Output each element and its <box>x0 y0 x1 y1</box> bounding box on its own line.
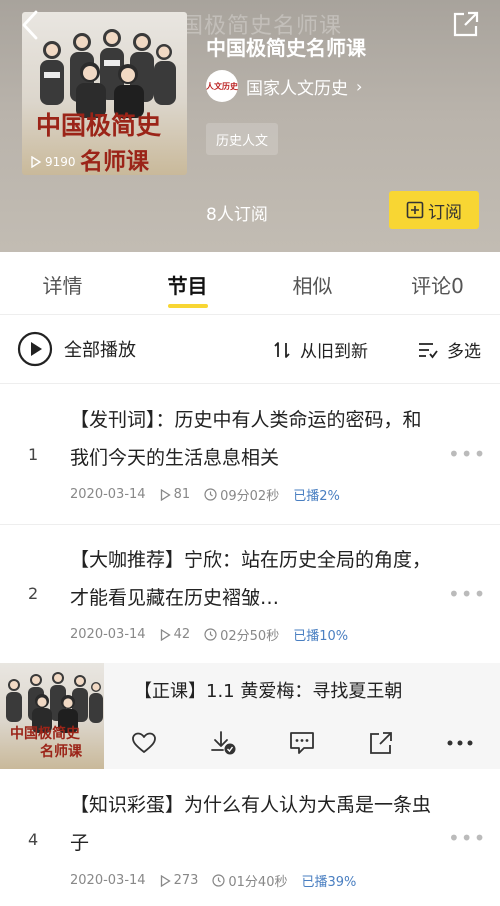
list-item[interactable]: 2 【大咖推荐】宁欣：站在历史全局的角度，才能看见藏在历史褶皱… ••• 202… <box>0 525 500 663</box>
play-all-label: 全部播放 <box>64 340 136 361</box>
sort-button[interactable]: 从旧到新 <box>272 337 368 362</box>
clock-icon <box>204 488 217 501</box>
more-icon[interactable]: ••• <box>448 826 486 850</box>
multi-select-button[interactable]: 多选 <box>417 337 481 362</box>
episode-title: 【大咖推荐】宁欣：站在历史全局的角度，才能看见藏在历史褶皱… <box>70 549 432 609</box>
episode-progress: 已播39% <box>301 875 357 890</box>
play-count-value: 9190 <box>45 155 76 169</box>
player-cover[interactable]: 中国极简史 名师课 <box>0 663 104 769</box>
tab-episodes[interactable]: 节目 <box>125 252 250 314</box>
sort-label: 从旧到新 <box>300 342 368 362</box>
tab-bar: 详情 节目 相似 评论0 <box>0 252 500 314</box>
category-tag[interactable]: 历史人文 <box>206 123 279 155</box>
play-circle-icon <box>17 331 53 367</box>
sort-icon <box>274 341 290 358</box>
author-name: 国家人文历史 <box>246 78 348 99</box>
download-button[interactable] <box>205 725 241 761</box>
episode-date: 2020-03-14 <box>70 487 146 502</box>
cover-title-line1: 中国极简史 <box>36 111 162 140</box>
subscribe-label: 订阅 <box>428 202 462 223</box>
comment-button[interactable] <box>284 725 320 761</box>
episode-duration: 02分50秒 <box>220 629 280 644</box>
clock-icon <box>204 628 217 641</box>
subscribe-button[interactable]: 订阅 <box>389 191 479 229</box>
author-link[interactable]: 人文历史 国家人文历史 › <box>206 70 362 102</box>
cover-people-illustration <box>40 29 176 118</box>
tab-details[interactable]: 详情 <box>0 252 125 314</box>
episode-title: 【知识彩蛋】为什么有人认为大禹是一条虫子 <box>70 794 432 854</box>
play-icon <box>160 628 171 641</box>
comment-icon <box>290 732 314 754</box>
episode-plays: 273 <box>173 873 199 888</box>
episode-progress: 已播2% <box>293 489 340 504</box>
now-playing-title: 【正课】1.1 黄爱梅：寻找夏王朝 <box>134 681 403 702</box>
player-cover-title: 中国极简史 名师课 <box>10 726 82 760</box>
share-icon <box>370 732 393 754</box>
tab-comments[interactable]: 评论0 <box>375 252 500 314</box>
download-done-icon <box>210 731 236 755</box>
play-count-icon <box>31 156 42 168</box>
more-button[interactable] <box>442 725 478 761</box>
episode-date: 2020-03-14 <box>70 873 146 888</box>
episode-number: 4 <box>28 830 39 849</box>
episode-meta: 2020-03-14 273 01分40秒 已播39% <box>70 871 356 890</box>
episode-plays: 81 <box>173 487 191 502</box>
like-button[interactable] <box>126 725 162 761</box>
multi-select-label: 多选 <box>447 342 481 362</box>
play-all-button[interactable]: 全部播放 <box>17 331 136 367</box>
clock-icon <box>212 874 225 887</box>
play-icon <box>160 488 171 501</box>
episode-meta: 2020-03-14 81 09分02秒 已播2% <box>70 485 340 504</box>
mini-player[interactable]: 中国极简史 名师课 【正课】1.1 黄爱梅：寻找夏王朝 <box>0 663 500 769</box>
episode-toolbar: 全部播放 从旧到新 多选 <box>0 315 500 383</box>
player-actions <box>104 723 500 763</box>
author-avatar: 人文历史 <box>206 70 238 102</box>
heart-icon <box>131 732 156 753</box>
list-item[interactable]: 1 【发刊词】：历史中有人类命运的密码，和我们今天的生活息息相关 ••• 202… <box>0 384 500 524</box>
cover-title-line2: 名师课 <box>80 148 149 175</box>
episode-meta: 2020-03-14 42 02分50秒 已播10% <box>70 625 348 644</box>
subscriber-count: 8人订阅 <box>206 205 268 225</box>
album-title: 中国极简史名师课 <box>206 36 366 60</box>
episode-progress: 已播10% <box>293 629 349 644</box>
share-icon[interactable] <box>450 8 482 40</box>
cover-play-count: 9190 <box>30 155 76 169</box>
album-header: 中国极简史名师课 中国极简史 名师课 9190 中国极简史名师课 人文历史 国家… <box>0 0 500 252</box>
back-icon[interactable] <box>14 8 48 42</box>
episode-title: 【发刊词】：历史中有人类命运的密码，和我们今天的生活息息相关 <box>70 409 422 469</box>
play-icon <box>160 874 171 887</box>
more-icon[interactable]: ••• <box>448 442 486 466</box>
episode-plays: 42 <box>173 627 191 642</box>
tab-similar[interactable]: 相似 <box>250 252 375 314</box>
cover-people-illustration <box>6 672 103 733</box>
episode-duration: 01分40秒 <box>228 875 288 890</box>
more-icon[interactable]: ••• <box>448 582 486 606</box>
episode-number: 1 <box>28 445 39 464</box>
list-item[interactable]: 4 【知识彩蛋】为什么有人认为大禹是一条虫子 ••• 2020-03-14 27… <box>0 770 500 906</box>
share-button[interactable] <box>363 725 399 761</box>
plus-square-icon <box>406 201 424 219</box>
more-icon <box>447 740 473 746</box>
episode-number: 2 <box>28 584 39 603</box>
episode-date: 2020-03-14 <box>70 627 146 642</box>
episode-duration: 09分02秒 <box>220 489 280 504</box>
multi-select-icon <box>419 342 438 358</box>
chevron-right-icon: › <box>356 76 363 96</box>
